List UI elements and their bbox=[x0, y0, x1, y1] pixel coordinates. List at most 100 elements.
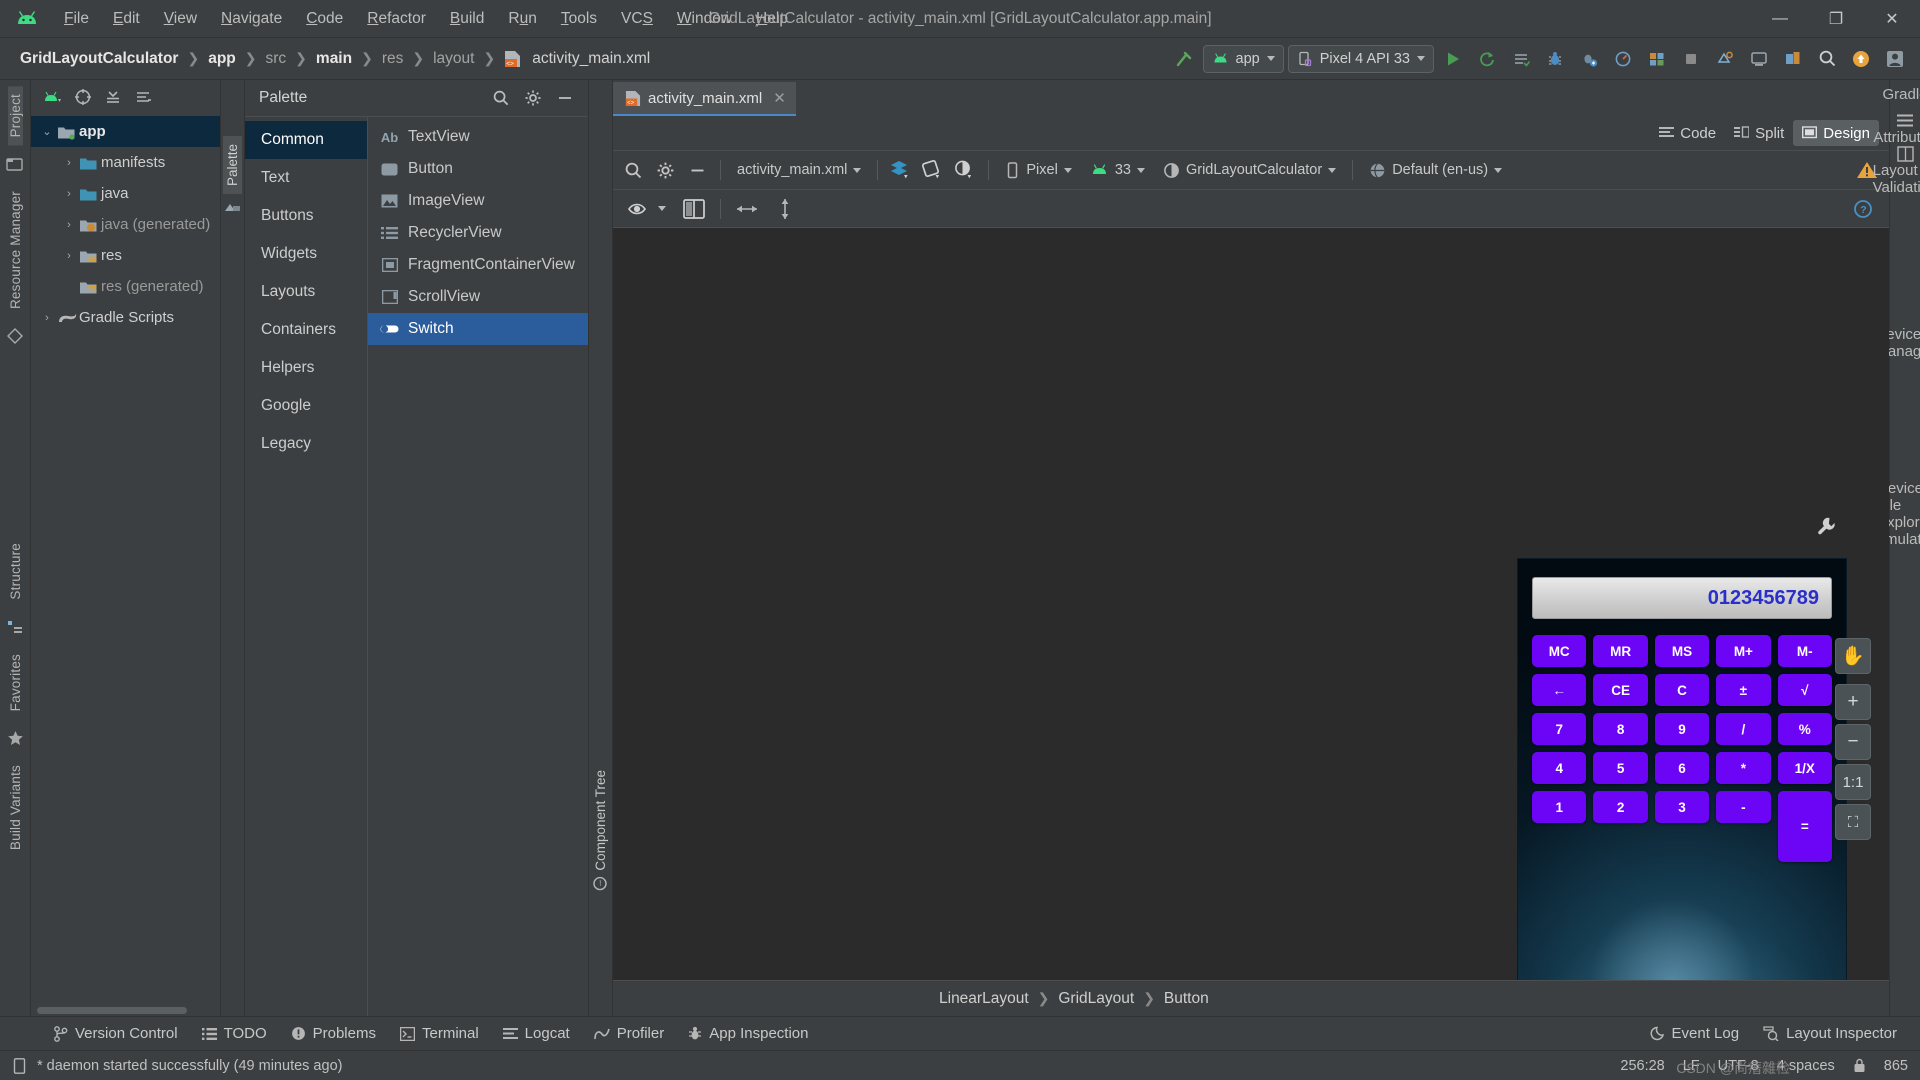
calc-button-minus[interactable]: - bbox=[1716, 791, 1771, 823]
palette-item-fragmentcontainerview[interactable]: FragmentContainerView bbox=[368, 249, 588, 281]
calc-button-7[interactable]: 7 bbox=[1532, 713, 1587, 745]
search-icon[interactable] bbox=[486, 85, 516, 111]
chevron-right-icon[interactable]: › bbox=[37, 312, 57, 324]
tool-window-app-inspection[interactable]: App Inspection bbox=[677, 1021, 819, 1046]
chevron-down-icon[interactable]: ⌄ bbox=[37, 125, 57, 138]
eye-visibility-icon[interactable] bbox=[621, 195, 673, 223]
zoom-in-button[interactable]: + bbox=[1835, 684, 1871, 720]
rotate-icon[interactable] bbox=[919, 157, 947, 183]
calc-button-mr[interactable]: MR bbox=[1593, 635, 1648, 667]
menu-item-tools[interactable]: Tools bbox=[549, 6, 609, 32]
module-selector[interactable]: app bbox=[1202, 44, 1284, 73]
design-gear-icon[interactable] bbox=[651, 157, 679, 183]
palette-category-legacy[interactable]: Legacy bbox=[245, 425, 367, 463]
stop-icon[interactable] bbox=[1676, 45, 1706, 73]
sdk-manager-icon[interactable] bbox=[1710, 45, 1740, 73]
tool-window-terminal[interactable]: Terminal bbox=[389, 1021, 490, 1046]
palette-category-text[interactable]: Text bbox=[245, 159, 367, 197]
palette-category-buttons[interactable]: Buttons bbox=[245, 197, 367, 235]
calc-button-5[interactable]: 5 bbox=[1593, 752, 1648, 784]
menu-item-help[interactable]: Help bbox=[744, 6, 800, 32]
project-horizontal-scrollbar[interactable] bbox=[31, 1004, 220, 1016]
sidebar-item-structure[interactable]: Structure bbox=[8, 535, 23, 608]
tab-split[interactable]: Split bbox=[1725, 120, 1793, 146]
breadcrumb-item-layout[interactable]: layout bbox=[427, 48, 480, 70]
zoom-fit-button[interactable]: ⛶ bbox=[1835, 804, 1871, 840]
blueprint-toggle-icon[interactable] bbox=[677, 195, 711, 223]
design-theme-selector[interactable]: GridLayoutCalculator bbox=[1156, 156, 1343, 184]
chevron-right-icon[interactable]: › bbox=[59, 219, 79, 231]
caret-position[interactable]: 256:28 bbox=[1620, 1058, 1664, 1074]
palette-category-google[interactable]: Google bbox=[245, 387, 367, 425]
build-hammer-icon[interactable] bbox=[1169, 45, 1199, 73]
calc-button-plusminus[interactable]: ± bbox=[1716, 674, 1771, 706]
calc-button-mc[interactable]: MC bbox=[1532, 635, 1587, 667]
target-icon[interactable] bbox=[69, 84, 97, 110]
minimize-button[interactable]: — bbox=[1752, 0, 1808, 38]
calc-button-reciprocal[interactable]: 1/X bbox=[1777, 752, 1832, 784]
menu-item-code[interactable]: Code bbox=[294, 6, 355, 32]
sidebar-item-component-tree[interactable]: i Component Tree bbox=[593, 770, 608, 891]
tab-design[interactable]: Design bbox=[1793, 120, 1879, 146]
sidebar-item-layout-validation[interactable]: Layout Validation bbox=[1873, 162, 1920, 196]
device-preview[interactable]: 0123456789 MC MR MS M+ M- ← CE C ± √ 7 8 bbox=[1517, 558, 1847, 980]
sidebar-item-gradle[interactable]: Gradle bbox=[1882, 86, 1920, 103]
palette-category-layouts[interactable]: Layouts bbox=[245, 273, 367, 311]
tree-node-manifests[interactable]: › manifests bbox=[31, 147, 220, 178]
sidebar-item-project[interactable]: Project bbox=[7, 86, 23, 146]
tool-window-logcat[interactable]: Logcat bbox=[492, 1021, 581, 1046]
android-view-selector[interactable] bbox=[39, 84, 67, 110]
memory-indicator[interactable]: 865 bbox=[1884, 1058, 1908, 1074]
tree-node-app[interactable]: ⌄ app bbox=[31, 116, 220, 147]
maximize-button[interactable]: ❐ bbox=[1808, 0, 1864, 38]
palette-item-scrollview[interactable]: ScrollView bbox=[368, 281, 588, 313]
design-canvas[interactable]: 0123456789 MC MR MS M+ M- ← CE C ± √ 7 8 bbox=[613, 228, 1889, 980]
tree-node-java[interactable]: › java bbox=[31, 178, 220, 209]
calc-button-1[interactable]: 1 bbox=[1532, 791, 1587, 823]
palette-item-recyclerview[interactable]: RecyclerView bbox=[368, 217, 588, 249]
sidebar-item-build-variants[interactable]: Build Variants bbox=[8, 757, 23, 858]
menu-item-navigate[interactable]: Navigate bbox=[209, 6, 294, 32]
menu-item-run[interactable]: Run bbox=[496, 6, 548, 32]
device-explorer-icon[interactable] bbox=[1642, 45, 1672, 73]
calc-button-3[interactable]: 3 bbox=[1654, 791, 1710, 823]
tool-window-problems[interactable]: Problems bbox=[280, 1021, 387, 1046]
sidebar-item-palette[interactable]: Palette bbox=[223, 136, 242, 195]
breadcrumb-gridlayout[interactable]: GridLayout bbox=[1052, 990, 1140, 1008]
palette-category-widgets[interactable]: Widgets bbox=[245, 235, 367, 273]
chevron-right-icon[interactable]: › bbox=[59, 188, 79, 200]
menu-item-view[interactable]: View bbox=[152, 6, 209, 32]
lock-icon[interactable] bbox=[1853, 1058, 1866, 1073]
menu-item-build[interactable]: Build bbox=[438, 6, 496, 32]
calc-button-ms[interactable]: MS bbox=[1654, 635, 1710, 667]
breadcrumb-item-res[interactable]: res bbox=[376, 48, 410, 70]
menu-item-vcs[interactable]: VCS bbox=[609, 6, 665, 32]
palette-item-switch[interactable]: Switch bbox=[368, 313, 588, 345]
design-device-selector[interactable]: Pixel bbox=[998, 156, 1078, 184]
sidebar-item-favorites[interactable]: Favorites bbox=[8, 646, 23, 719]
device-selector[interactable]: Pixel 4 API 33 bbox=[1287, 44, 1434, 73]
close-button[interactable]: ✕ bbox=[1864, 0, 1920, 38]
calc-button-8[interactable]: 8 bbox=[1593, 713, 1648, 745]
design-search-icon[interactable] bbox=[619, 157, 647, 183]
design-locale-selector[interactable]: Default (en-us) bbox=[1362, 156, 1509, 184]
vertical-constraint-icon[interactable] bbox=[768, 195, 802, 223]
gear-icon[interactable] bbox=[518, 85, 548, 111]
run-icon[interactable] bbox=[1438, 45, 1468, 73]
breadcrumb-item-src[interactable]: src bbox=[260, 48, 293, 70]
chevron-right-icon[interactable]: › bbox=[59, 250, 79, 262]
tool-window-event-log[interactable]: Event Log bbox=[1639, 1021, 1751, 1046]
breadcrumb-button[interactable]: Button bbox=[1158, 990, 1215, 1008]
search-icon[interactable] bbox=[1812, 45, 1842, 73]
zoom-out-button[interactable]: − bbox=[1835, 724, 1871, 760]
breadcrumb-item-main[interactable]: main bbox=[310, 48, 358, 70]
menu-item-window[interactable]: Window bbox=[665, 6, 744, 32]
sidebar-item-attributes[interactable]: Attributes bbox=[1873, 129, 1920, 146]
zoom-actual-size-button[interactable]: 1:1 bbox=[1835, 764, 1871, 800]
calc-button-2[interactable]: 2 bbox=[1593, 791, 1648, 823]
avd-manager-icon[interactable] bbox=[1744, 45, 1774, 73]
update-icon[interactable] bbox=[1846, 45, 1876, 73]
calc-button-9[interactable]: 9 bbox=[1654, 713, 1710, 745]
collapse-all-icon[interactable] bbox=[99, 84, 127, 110]
calc-button-ce[interactable]: CE bbox=[1593, 674, 1648, 706]
